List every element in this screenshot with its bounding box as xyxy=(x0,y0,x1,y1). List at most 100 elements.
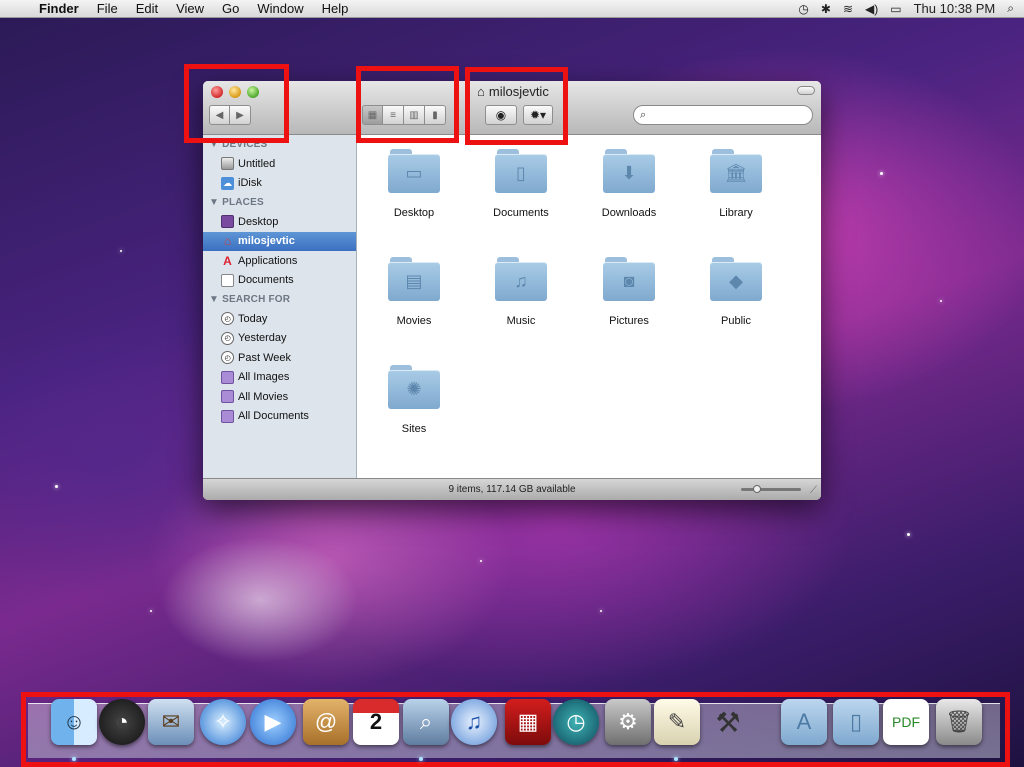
sidebar-item-all-documents[interactable]: All Documents xyxy=(203,407,356,427)
folder-music[interactable]: ♫ Music xyxy=(476,257,566,327)
document-icon xyxy=(221,273,234,287)
sidebar-item-documents[interactable]: Documents xyxy=(203,271,356,291)
spotlight-icon[interactable]: ⌕ xyxy=(1007,1,1014,16)
sidebar-item-yesterday[interactable]: ◴ Yesterday xyxy=(203,329,356,349)
folder-icon: ♫ xyxy=(495,257,547,301)
status-text: 9 items, 117.14 GB available xyxy=(448,484,576,495)
menu-edit[interactable]: Edit xyxy=(127,1,167,16)
pdf-document-dock-icon[interactable]: PDF xyxy=(883,699,929,745)
menu-file[interactable]: File xyxy=(88,1,127,16)
folder-label: Desktop xyxy=(393,207,435,219)
folder-label: Sites xyxy=(401,423,427,435)
folder-label: Movies xyxy=(396,315,432,327)
folder-public[interactable]: ◆ Public xyxy=(691,257,781,327)
highlight-window-controls xyxy=(184,64,289,143)
sidebar-item-label: Yesterday xyxy=(238,332,287,345)
toolbar-toggle-button[interactable] xyxy=(797,86,815,95)
time-machine-icon[interactable]: ◷ xyxy=(798,2,808,16)
textedit-dock-icon[interactable]: ✎ xyxy=(654,699,700,745)
folder-icon: ⬇ xyxy=(603,149,655,193)
folder-sites[interactable]: ✺ Sites xyxy=(369,365,459,435)
folder-icon: ▯ xyxy=(495,149,547,193)
system-preferences-dock-icon[interactable]: ⚙ xyxy=(605,699,651,745)
folder-label: Downloads xyxy=(601,207,657,219)
applications-folder-dock-icon[interactable]: A xyxy=(781,699,827,745)
mail-dock-icon[interactable]: ✉ xyxy=(148,699,194,745)
idisk-icon: ☁ xyxy=(221,176,234,190)
time-machine-dock-icon[interactable]: ◷ xyxy=(553,699,599,745)
folder-icon: ✺ xyxy=(388,365,440,409)
preview-dock-icon[interactable]: ⌕ xyxy=(403,699,449,745)
battery-icon[interactable]: ▭ xyxy=(890,2,901,16)
star xyxy=(907,533,910,536)
sidebar-item-past-week[interactable]: ◴ Past Week xyxy=(203,348,356,368)
menu-help[interactable]: Help xyxy=(313,1,358,16)
star xyxy=(600,610,602,612)
menu-window[interactable]: Window xyxy=(248,1,312,16)
highlight-action-buttons xyxy=(465,67,568,145)
address-book-dock-icon[interactable]: @ xyxy=(303,699,349,745)
folder-documents[interactable]: ▯ Documents xyxy=(476,149,566,219)
menu-clock[interactable]: Thu 10:38 PM xyxy=(914,1,996,16)
file-browser: ▭ Desktop ▯ Documents ⬇ Downloads 🏛 Libr… xyxy=(358,135,821,478)
sidebar-item-applications[interactable]: A Applications xyxy=(203,251,356,271)
photo-booth-dock-icon[interactable]: ▦ xyxy=(505,699,551,745)
sidebar-section-search[interactable]: ▼ SEARCH FOR xyxy=(203,290,356,309)
folder-label: Pictures xyxy=(609,315,649,327)
documents-folder-dock-icon[interactable]: ▯ xyxy=(833,699,879,745)
icon-size-slider[interactable] xyxy=(741,485,801,493)
highlight-view-buttons xyxy=(356,66,459,143)
finder-dock-icon[interactable]: ☺ xyxy=(51,699,97,745)
sidebar-item-label: Today xyxy=(238,312,268,325)
itunes-dock-icon[interactable]: ♫ xyxy=(451,699,497,745)
sidebar-item-home[interactable]: ⌂ milosjevtic xyxy=(203,231,356,251)
clock-icon: ◴ xyxy=(221,312,234,326)
resize-grip-icon[interactable]: ⟋ xyxy=(810,485,817,496)
sidebar: ▼ DEVICES Untitled ☁ iDisk ▼ PLACES Deskt… xyxy=(203,135,357,478)
volume-icon[interactable]: ◀) xyxy=(865,2,878,16)
menu-go[interactable]: Go xyxy=(213,1,248,16)
folder-pictures[interactable]: ◙ Pictures xyxy=(584,257,674,327)
sidebar-item-all-movies[interactable]: All Movies xyxy=(203,387,356,407)
wifi-icon[interactable]: ≋ xyxy=(843,2,853,16)
trash-dock-icon[interactable]: 🗑 xyxy=(936,699,982,745)
folder-desktop[interactable]: ▭ Desktop xyxy=(369,149,459,219)
star xyxy=(120,250,122,252)
ical-dock-icon[interactable]: 2 xyxy=(353,699,399,745)
desktop-icon xyxy=(221,215,234,229)
sidebar-item-label: Documents xyxy=(238,274,294,287)
section-label: PLACES xyxy=(222,197,264,208)
menu-finder[interactable]: Finder xyxy=(30,1,88,16)
dashboard-dock-icon[interactable]: ◔ xyxy=(99,699,145,745)
folder-downloads[interactable]: ⬇ Downloads xyxy=(584,149,674,219)
star xyxy=(55,485,58,488)
search-field[interactable]: ⌕ xyxy=(633,105,813,125)
sidebar-item-label: Untitled xyxy=(238,157,276,170)
utilities-dock-icon[interactable]: ⚒ xyxy=(705,699,751,745)
sidebar-item-idisk[interactable]: ☁ iDisk xyxy=(203,174,356,194)
sidebar-item-label: Past Week xyxy=(238,351,291,364)
folder-label: Music xyxy=(506,315,536,327)
menu-extras: ◷ ✱ ≋ ◀) ▭ Thu 10:38 PM ⌕ xyxy=(798,1,1024,16)
menu-view[interactable]: View xyxy=(167,1,213,16)
folder-icon: ▭ xyxy=(388,149,440,193)
sidebar-item-all-images[interactable]: All Images xyxy=(203,368,356,388)
folder-label: Public xyxy=(721,315,751,327)
section-label: SEARCH FOR xyxy=(222,294,291,305)
ichat-dock-icon[interactable]: ▶ xyxy=(250,699,296,745)
status-bar: 9 items, 117.14 GB available ⟋ xyxy=(203,478,821,500)
sidebar-item-label: All Documents xyxy=(238,410,309,423)
sidebar-item-today[interactable]: ◴ Today xyxy=(203,309,356,329)
slider-knob[interactable] xyxy=(753,485,761,493)
folder-icon: 🏛 xyxy=(710,149,762,193)
folder-library[interactable]: 🏛 Library xyxy=(691,149,781,219)
bluetooth-icon[interactable]: ✱ xyxy=(821,2,831,16)
star xyxy=(480,560,482,562)
sidebar-section-places[interactable]: ▼ PLACES xyxy=(203,193,356,212)
safari-dock-icon[interactable]: ✧ xyxy=(200,699,246,745)
sidebar-item-desktop[interactable]: Desktop xyxy=(203,212,356,232)
sidebar-item-untitled[interactable]: Untitled xyxy=(203,154,356,174)
sidebar-item-label: Desktop xyxy=(238,215,279,228)
folder-movies[interactable]: ▤ Movies xyxy=(369,257,459,327)
smart-folder-icon xyxy=(221,370,234,384)
